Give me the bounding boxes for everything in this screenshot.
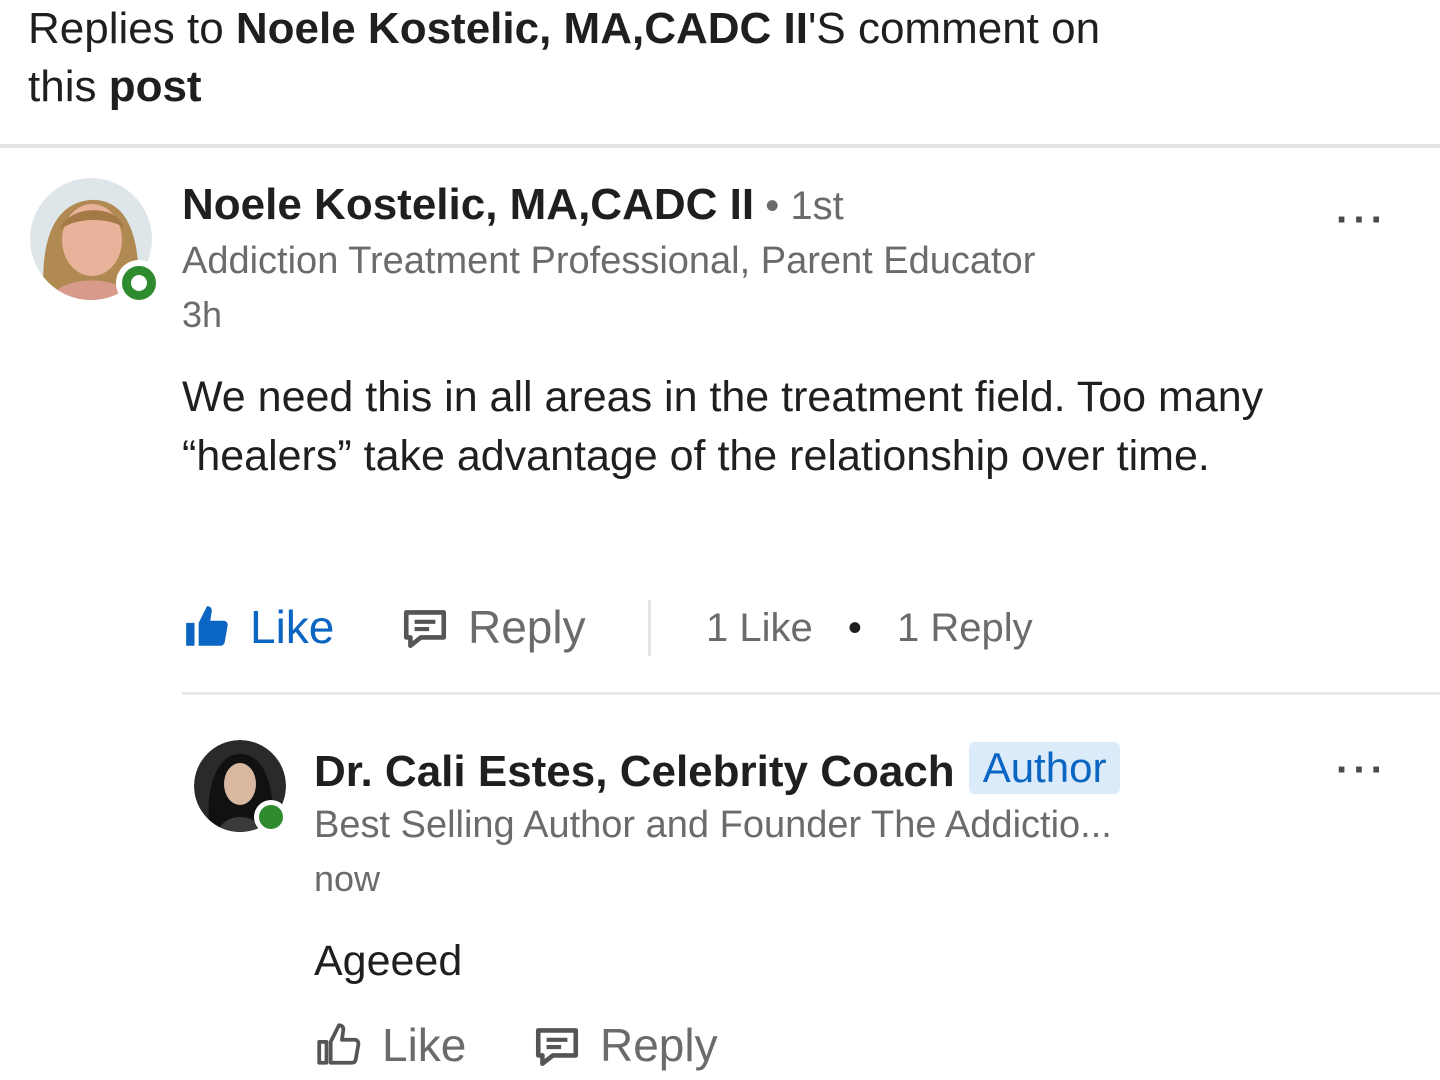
reply-bubble-icon bbox=[535, 1028, 579, 1067]
comment-timestamp: 3h bbox=[182, 294, 223, 335]
thumbs-up-outline-icon bbox=[317, 1023, 361, 1065]
reply-more-options-icon[interactable]: ··· bbox=[1336, 748, 1388, 793]
reply-text: Ageeed bbox=[314, 937, 463, 985]
reply-reply-label: Reply bbox=[600, 1019, 718, 1071]
connection-degree: • 1st bbox=[754, 184, 844, 228]
author-badge: Author bbox=[968, 742, 1121, 794]
header-prefix: Replies to bbox=[28, 4, 236, 53]
reply-reply-button[interactable]: Reply bbox=[532, 1018, 718, 1072]
reply-author-name[interactable]: Dr. Cali Estes, Celebrity Coach Author bbox=[314, 742, 1121, 797]
comment-reply-button[interactable]: Reply bbox=[400, 600, 586, 654]
thumbs-up-filled-icon bbox=[186, 606, 228, 646]
reply-author-headline: Best Selling Author and Founder The Addi… bbox=[314, 804, 1112, 846]
reply-divider bbox=[182, 692, 1440, 695]
reply-count-link[interactable]: 1 Reply bbox=[897, 606, 1033, 650]
comment-more-options-icon[interactable]: ··· bbox=[1336, 198, 1388, 243]
like-count-link[interactable]: 1 Like bbox=[706, 606, 813, 650]
header-target-name[interactable]: Noele Kostelic, MA,CADC II bbox=[236, 4, 808, 53]
comment-author-name[interactable]: Noele Kostelic, MA,CADC II • 1st bbox=[182, 180, 844, 230]
count-separator: • bbox=[847, 606, 862, 650]
comment-author-headline: Addiction Treatment Professional, Parent… bbox=[182, 240, 1036, 282]
comment-text: We need this in all areas in the treatme… bbox=[182, 373, 1264, 480]
online-status-icon bbox=[116, 260, 162, 306]
header-divider bbox=[0, 144, 1440, 148]
actions-separator bbox=[648, 600, 651, 656]
header-post-link[interactable]: post bbox=[109, 62, 202, 111]
replies-header: Replies to Noele Kostelic, MA,CADC II'S … bbox=[28, 0, 1328, 116]
comment-reaction-counts: 1 Like • 1 Reply bbox=[706, 606, 1033, 651]
reply-like-label: Like bbox=[382, 1019, 467, 1071]
reply-author-avatar[interactable] bbox=[194, 740, 288, 834]
comment-author-avatar[interactable] bbox=[30, 178, 162, 306]
online-status-icon bbox=[254, 800, 288, 834]
header-line2-prefix: this bbox=[28, 62, 109, 111]
header-suffix: 'S comment on bbox=[807, 4, 1101, 53]
comment-reply-label: Reply bbox=[468, 601, 586, 653]
comment-like-label: Like bbox=[250, 601, 335, 653]
reply-bubble-icon bbox=[403, 610, 447, 649]
reply-timestamp: now bbox=[314, 858, 381, 899]
comment-like-button[interactable]: Like bbox=[182, 600, 334, 654]
reply-like-button[interactable]: Like bbox=[314, 1018, 466, 1072]
